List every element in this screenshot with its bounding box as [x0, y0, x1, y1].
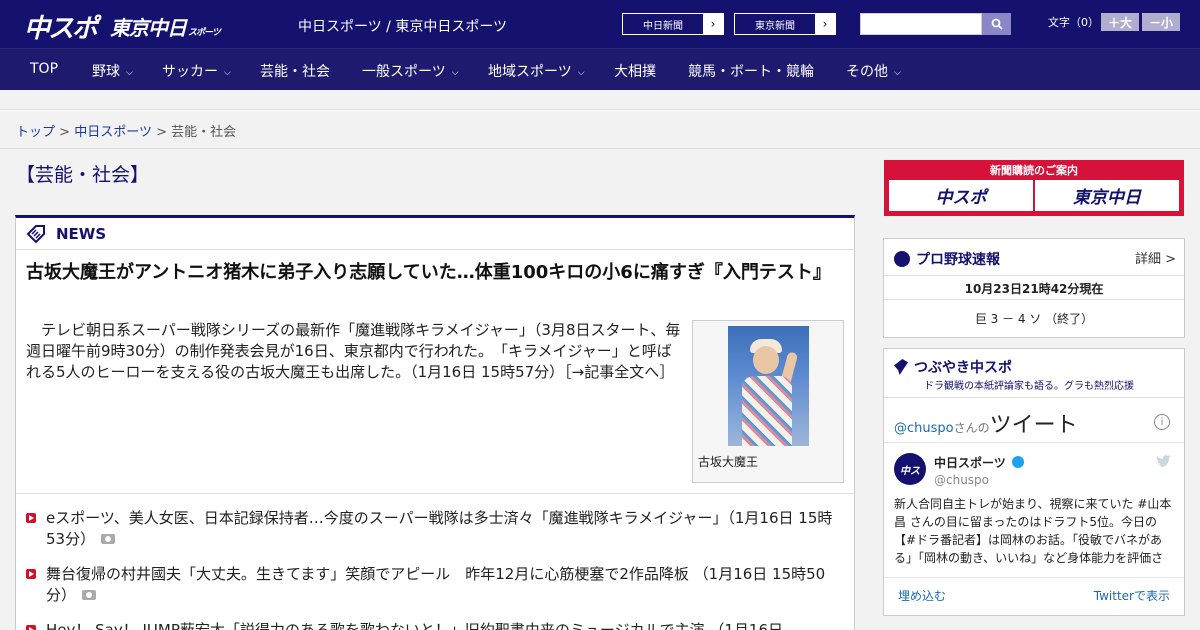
- font-bigger-button[interactable]: ＋大: [1101, 13, 1139, 31]
- chuspo-ad-logo[interactable]: 中スポ: [889, 180, 1033, 211]
- font-smaller-button[interactable]: －小: [1142, 13, 1180, 31]
- bullet-icon: [26, 625, 36, 630]
- spacer-strip: [0, 90, 1200, 110]
- nav-soccer[interactable]: サッカー ⌵: [162, 61, 231, 81]
- nav-racing[interactable]: 競馬・ボート・競輪: [688, 61, 814, 81]
- breadcrumb-top-link[interactable]: トップ: [16, 125, 55, 140]
- chuspo-logo[interactable]: 中スポ: [24, 8, 98, 45]
- nav-baseball[interactable]: 野球 ⌵: [92, 61, 133, 81]
- verified-badge-icon: [1011, 456, 1024, 468]
- photo-card[interactable]: 古坂大魔王: [692, 320, 844, 483]
- news-header: NEWS: [16, 218, 854, 250]
- avatar[interactable]: 中ス: [894, 453, 926, 485]
- article-photo[interactable]: [728, 326, 809, 446]
- subscription-title: 新聞購読のご案内: [990, 164, 1078, 177]
- photo-caption: 古坂大魔王: [698, 455, 759, 469]
- font-size-label: 文字（0）: [1048, 16, 1099, 29]
- tokyo-shimbun-button[interactable]: 東京新聞 ›: [734, 13, 836, 35]
- chevron-down-icon: ⌵: [577, 68, 585, 78]
- bullet-icon: [26, 513, 36, 523]
- nav-top[interactable]: TOP: [30, 61, 58, 77]
- chevron-down-icon: ⌵: [451, 68, 459, 78]
- twitter-subtitle: ドラ観戦の本紙評論家も語る。グラも熱烈応援: [924, 381, 1134, 392]
- view-on-twitter-link[interactable]: Twitterで表示: [1094, 587, 1170, 604]
- chuspo-handle-link[interactable]: @chuspo: [894, 421, 954, 436]
- bullet-icon: [26, 569, 36, 579]
- news-label: NEWS: [56, 224, 107, 243]
- baseball-icon: [894, 251, 910, 267]
- chevron-right-icon: ›: [703, 14, 723, 34]
- baseball-title: プロ野球速報: [916, 252, 1000, 268]
- nav-local-sports[interactable]: 地域スポーツ ⌵: [488, 61, 585, 81]
- search-button[interactable]: [982, 13, 1011, 35]
- megaphone-icon: [894, 359, 908, 375]
- nav-entertainment[interactable]: 芸能・社会: [260, 61, 330, 81]
- list-item[interactable]: Hey！ Say！ JUMP薮宏太「説得力のある歌を歌わないと！」旧約聖書由来の…: [26, 620, 841, 630]
- search-input[interactable]: [860, 13, 982, 35]
- header-bar: 中スポ 東京中日 スポーツ 中日スポーツ / 東京中日スポーツ 中日新聞 › 東京…: [0, 0, 1200, 48]
- camera-icon: [82, 590, 97, 600]
- chevron-down-icon: ⌵: [126, 68, 133, 78]
- tweet-text[interactable]: 新人合同自主トレが始まり、視察に来ていた #山本昌 さんの目に留まったのはドラフ…: [894, 495, 1176, 571]
- page-title: 【芸能・社会】: [16, 164, 150, 186]
- info-icon[interactable]: i: [1154, 414, 1170, 430]
- baseball-widget: プロ野球速報 詳細 > 10月23日21時42分現在 巨 3 － 4 ソ （終了…: [883, 238, 1185, 338]
- site-link[interactable]: 中日スポーツ / 東京中日スポーツ: [298, 16, 507, 36]
- list-item[interactable]: eスポーツ、美人女医、日本記録保持者…今度のスーパー戦隊は多士済々「魔進戦隊キラ…: [26, 508, 841, 550]
- divider: [16, 493, 854, 494]
- subscription-banner[interactable]: 新聞購読のご案内 中スポ 東京中日: [884, 160, 1184, 216]
- breadcrumb-current: 芸能・社会: [171, 125, 237, 140]
- nav-general-sports[interactable]: 一般スポーツ ⌵: [362, 61, 459, 81]
- nav-sumo[interactable]: 大相撲: [614, 61, 656, 81]
- breadcrumb-chunichi-link[interactable]: 中日スポーツ: [74, 125, 152, 140]
- tokyo-chunichi-logo[interactable]: 東京中日 スポーツ: [110, 12, 221, 41]
- timeline-header: @chuspoさんのツイート: [894, 413, 1078, 438]
- news-panel: NEWS 古坂大魔王がアントニオ猪木に弟子入り志願していた…体重100キロの小6…: [15, 215, 855, 630]
- tokyo-chunichi-ad-logo[interactable]: 東京中日: [1035, 180, 1179, 211]
- nav-other[interactable]: その他 ⌵: [846, 61, 901, 81]
- twitter-title: つぶやき中スポ: [914, 360, 1012, 376]
- embed-link[interactable]: 埋め込む: [898, 587, 946, 604]
- chunichi-shimbun-button[interactable]: 中日新聞 ›: [622, 13, 724, 35]
- baseball-timestamp: 10月23日21時42分現在: [964, 282, 1104, 296]
- account-handle[interactable]: @chuspo: [934, 473, 989, 487]
- twitter-widget: つぶやき中スポ ドラ観戦の本紙評論家も語る。グラも熱烈応援 @chuspoさんの…: [883, 348, 1185, 616]
- twitter-bird-icon[interactable]: [1156, 455, 1172, 469]
- camera-icon: [101, 534, 116, 544]
- list-item[interactable]: 舞台復帰の村井國夫「大丈夫。生きてます」笑顔でアピール 昨年12月に心筋梗塞で2…: [26, 564, 841, 606]
- news-list: eスポーツ、美人女医、日本記録保持者…今度のスーパー戦隊は多士済々「魔進戦隊キラ…: [26, 508, 841, 630]
- chevron-down-icon: ⌵: [894, 68, 901, 78]
- baseball-detail-link[interactable]: 詳細 >: [1135, 248, 1176, 267]
- search-icon: [991, 18, 1003, 30]
- headline-link[interactable]: 古坂大魔王がアントニオ猪木に弟子入り志願していた…体重100キロの小6に痛すぎ『…: [26, 260, 836, 286]
- breadcrumb: トップ > 中日スポーツ > 芸能・社会: [0, 111, 1200, 149]
- main-nav: TOP 野球 ⌵ サッカー ⌵ 芸能・社会 一般スポーツ ⌵ 地域スポーツ ⌵ 大相撲 …: [0, 48, 1200, 90]
- chevron-right-icon: ›: [815, 14, 835, 34]
- account-name[interactable]: 中日スポーツ: [934, 454, 1024, 471]
- news-tag-icon: [26, 224, 45, 243]
- lead-text[interactable]: テレビ朝日系スーパー戦隊シリーズの最新作「魔進戦隊キラメイジャー」（3月8日スタ…: [26, 320, 682, 383]
- baseball-score[interactable]: 巨 3 － 4 ソ （終了）: [884, 310, 1184, 327]
- chevron-down-icon: ⌵: [224, 68, 231, 78]
